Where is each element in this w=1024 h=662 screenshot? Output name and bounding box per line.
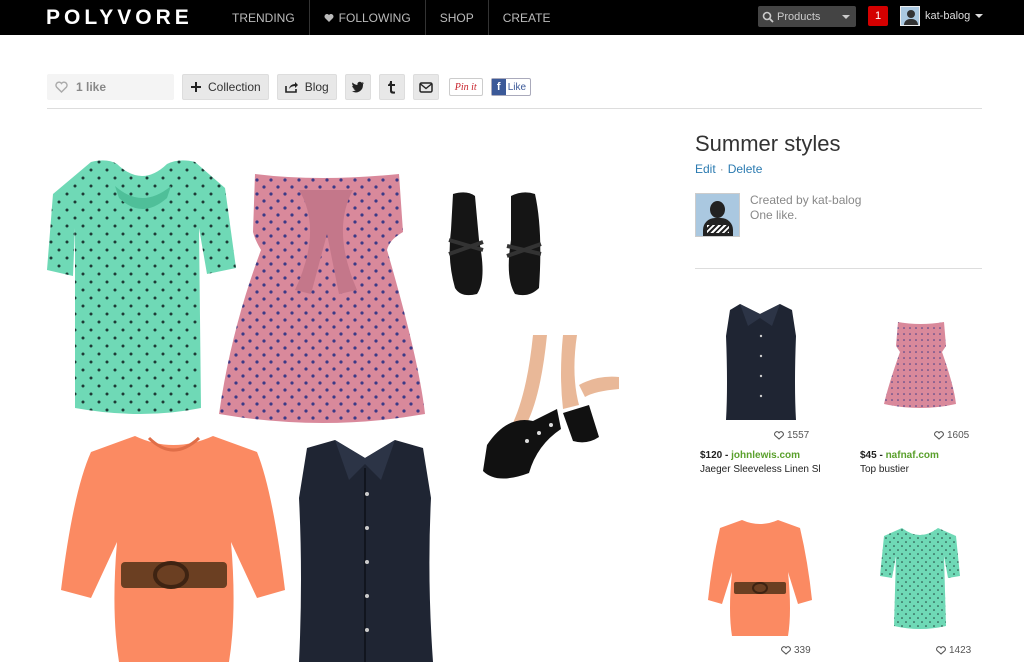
likes-text: One like. [750, 208, 798, 222]
blog-button[interactable]: Blog [276, 74, 337, 100]
heart-icon [934, 431, 944, 440]
mint-polka-dot-top-image[interactable] [47, 158, 237, 416]
heart-icon [774, 431, 784, 440]
plus-icon [191, 82, 201, 92]
delete-link[interactable]: Delete [728, 162, 763, 176]
edit-link[interactable]: Edit [695, 162, 716, 176]
heart-icon [936, 646, 946, 655]
product-price: $45 - nafnaf.com [860, 450, 939, 461]
product-likes[interactable]: 1423 [936, 645, 971, 656]
set-title: Summer styles [695, 131, 841, 156]
heart-icon [781, 646, 791, 655]
black-wedge-heels-image[interactable] [467, 335, 623, 485]
pinterest-button[interactable]: Pin it [448, 78, 483, 96]
user-menu[interactable]: kat-balog [900, 6, 984, 26]
polyvore-logo[interactable]: POLYVORE [46, 6, 193, 30]
set-collage [47, 140, 637, 662]
separator: · [719, 162, 724, 176]
navy-sleeveless-shirt-image[interactable] [295, 438, 435, 662]
top-bar: POLYVORE TRENDING FOLLOWING SHOP CREATE … [0, 0, 1024, 35]
product-image[interactable] [860, 296, 980, 426]
coral-belted-top-image[interactable] [61, 432, 287, 662]
product-name[interactable]: Jaeger Sleeveless Linen Shirt [700, 464, 820, 475]
pink-bustier-image[interactable] [219, 170, 427, 426]
avatar [900, 6, 920, 26]
creator-avatar[interactable] [695, 193, 740, 237]
nav-trending[interactable]: TRENDING [218, 0, 310, 35]
nav-following[interactable]: FOLLOWING [310, 0, 426, 35]
divider [695, 268, 982, 269]
twitter-button[interactable] [344, 74, 371, 100]
product-image[interactable] [700, 512, 820, 642]
divider [47, 108, 982, 109]
nav-shop[interactable]: SHOP [426, 0, 489, 35]
username: kat-balog [925, 10, 971, 22]
tumblr-button[interactable] [378, 74, 405, 100]
tumblr-icon [388, 80, 396, 94]
product-likes[interactable]: 1605 [934, 430, 969, 441]
like-button[interactable]: 1 like [47, 74, 174, 100]
chevron-down-icon [975, 14, 984, 18]
set-actions: Edit · Delete [695, 162, 762, 176]
search-label: Products [777, 10, 821, 23]
heart-icon [324, 13, 334, 22]
share-bar: 1 like Collection Blog Pin it f Like [47, 73, 532, 101]
product-image[interactable] [860, 512, 980, 642]
twitter-icon [351, 81, 364, 93]
share-icon [284, 82, 298, 93]
notification-badge[interactable]: 1 [868, 6, 888, 26]
product-image[interactable] [700, 296, 820, 426]
store-link[interactable]: johnlewis.com [731, 450, 800, 461]
nav-create[interactable]: CREATE [489, 0, 565, 35]
black-flat-sandals-image[interactable] [443, 190, 547, 298]
created-by-text: Created by kat-balog [750, 193, 862, 207]
heart-icon [55, 81, 68, 93]
product-likes[interactable]: 339 [781, 645, 811, 656]
main-nav: TRENDING FOLLOWING SHOP CREATE [218, 0, 565, 35]
search-icon [762, 11, 774, 23]
email-button[interactable] [412, 74, 439, 100]
facebook-icon: f [491, 79, 506, 95]
creator-info: Created by kat-balog One like. [695, 193, 861, 237]
product-name[interactable]: Top bustier [860, 464, 980, 475]
add-to-collection-button[interactable]: Collection [182, 74, 269, 100]
envelope-icon [418, 81, 433, 93]
product-likes[interactable]: 1557 [774, 430, 809, 441]
search-dropdown[interactable]: Products [758, 6, 856, 27]
like-count: 1 like [76, 80, 107, 94]
store-link[interactable]: nafnaf.com [886, 450, 939, 461]
chevron-down-icon [842, 14, 850, 19]
facebook-like-button[interactable]: f Like [490, 78, 532, 96]
product-price: $120 - johnlewis.com [700, 450, 801, 461]
